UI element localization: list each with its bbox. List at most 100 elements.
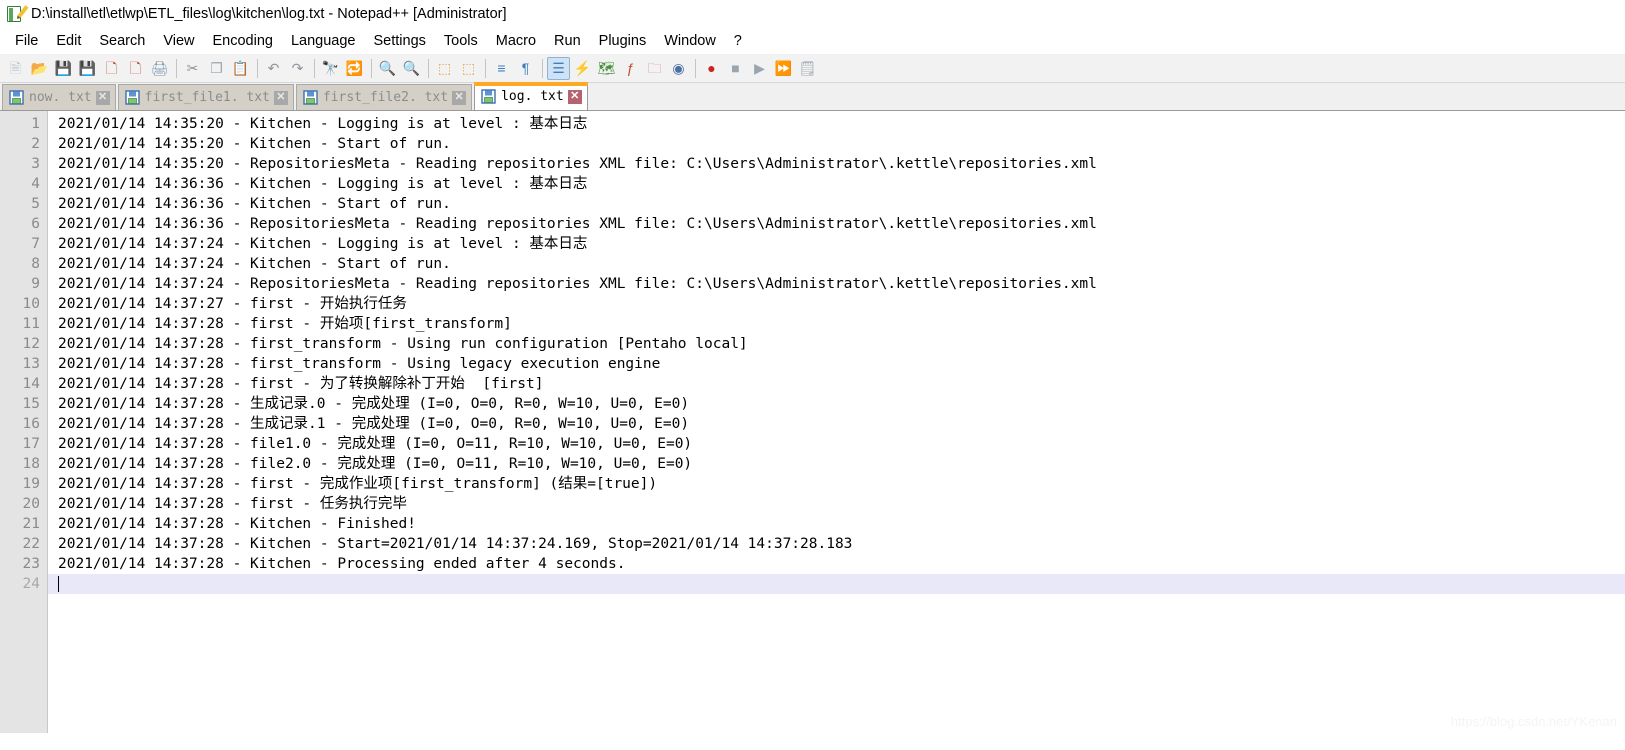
code-line[interactable]: 2021/01/14 14:37:28 - first_transform - … (48, 354, 1625, 374)
menu-item-view[interactable]: View (154, 31, 203, 51)
save-icon[interactable]: 💾 (52, 57, 75, 80)
sync-horizontal-scroll-icon[interactable]: ⬚ (457, 57, 480, 80)
monitoring-icon[interactable]: ◉ (667, 57, 690, 80)
menu-item-encoding[interactable]: Encoding (204, 31, 282, 51)
code-line[interactable]: 2021/01/14 14:37:27 - first - 开始执行任务 (48, 294, 1625, 314)
line-number: 2 (31, 136, 40, 152)
menu-item-[interactable]: ? (725, 31, 751, 51)
code-line[interactable]: 2021/01/14 14:36:36 - RepositoriesMeta -… (48, 214, 1625, 234)
code-line[interactable]: 2021/01/14 14:37:28 - first_transform - … (48, 334, 1625, 354)
toolbar-separator (428, 58, 429, 78)
line-number: 18 (22, 456, 40, 472)
tab-close-icon[interactable]: ✕ (452, 90, 467, 105)
close-file-icon-glyph: 🗋 (105, 60, 118, 76)
close-file-icon[interactable]: 🗋 (100, 57, 123, 80)
code-line[interactable]: 2021/01/14 14:37:28 - Kitchen - Finished… (48, 514, 1625, 534)
new-file-icon-glyph: 🗎 (9, 60, 22, 76)
indent-guideline-icon[interactable]: ☰ (547, 56, 570, 80)
function-list-icon[interactable]: ƒ (619, 57, 642, 80)
show-all-characters-icon[interactable]: ¶ (514, 57, 537, 80)
code-content[interactable]: 2021/01/14 14:35:20 - Kitchen - Logging … (48, 111, 1625, 733)
code-line[interactable]: 2021/01/14 14:37:28 - first - 任务执行完毕 (48, 494, 1625, 514)
window-title: D:\install\etl\etlwp\ETL_files\log\kitch… (31, 6, 507, 22)
tab-now-txt[interactable]: now. txt ✕ (2, 84, 116, 110)
code-line[interactable]: 2021/01/14 14:35:20 - Kitchen - Logging … (48, 114, 1625, 134)
notepad-plus-plus-icon (6, 5, 29, 23)
code-line[interactable]: 2021/01/14 14:37:28 - Kitchen - Start=20… (48, 534, 1625, 554)
close-all-files-icon[interactable]: 🗋 (124, 57, 147, 80)
menu-item-tools[interactable]: Tools (435, 31, 487, 51)
line-number: 16 (22, 416, 40, 432)
macro-run-multiple-icon[interactable]: ⏩ (772, 57, 795, 80)
print-icon[interactable]: 🖨 (148, 57, 171, 80)
code-line[interactable]: 2021/01/14 14:37:28 - Kitchen - Processi… (48, 554, 1625, 574)
editor-area[interactable]: 1 2 3 4 5 6 7 8 9 10 11 12 13 14 15 16 17 18 19 20 21 22 23 24 … (0, 111, 1625, 733)
tab-close-icon[interactable]: ✕ (273, 90, 288, 105)
code-line[interactable]: 2021/01/14 14:37:28 - file2.0 - 完成处理 (I=… (48, 454, 1625, 474)
document-map-icon[interactable]: 🗺 (595, 57, 618, 80)
tab-first-file2-txt[interactable]: first_file2. txt ✕ (295, 84, 473, 110)
menu-item-run[interactable]: Run (545, 31, 590, 51)
zoom-in-icon[interactable]: 🔍 (376, 57, 399, 80)
folder-as-workspace-icon[interactable]: 🗀 (643, 57, 666, 80)
menu-item-settings[interactable]: Settings (364, 31, 434, 51)
menu-item-search[interactable]: Search (90, 31, 154, 51)
line-number: 8 (31, 256, 40, 272)
macro-play-icon[interactable]: ▶ (748, 57, 771, 80)
open-file-icon[interactable]: 📂 (28, 57, 51, 80)
menu-item-language[interactable]: Language (282, 31, 365, 51)
code-line[interactable]: 2021/01/14 14:36:36 - Kitchen - Start of… (48, 194, 1625, 214)
macro-stop-icon[interactable]: ■ (724, 57, 747, 80)
tab-bar: now. txt ✕ first_file1. txt ✕ first_file2. t… (0, 82, 1625, 111)
indent-guideline-icon-glyph: ☰ (552, 60, 565, 76)
code-line[interactable]: 2021/01/14 14:37:28 - first - 完成作业项[firs… (48, 474, 1625, 494)
menu-item-plugins[interactable]: Plugins (590, 31, 656, 51)
user-defined-language-icon-glyph: ⚡ (573, 60, 592, 76)
new-file-icon[interactable]: 🗎 (4, 57, 27, 80)
menu-item-edit[interactable]: Edit (47, 31, 90, 51)
code-line[interactable]: 2021/01/14 14:37:24 - RepositoriesMeta -… (48, 274, 1625, 294)
save-all-icon[interactable]: 💾 (76, 57, 99, 80)
redo-icon[interactable]: ↷ (286, 57, 309, 80)
undo-icon[interactable]: ↶ (262, 57, 285, 80)
code-line-current[interactable] (48, 574, 1625, 594)
line-number: 1 (31, 116, 40, 132)
sync-vertical-scroll-icon[interactable]: ⬚ (433, 57, 456, 80)
tab-first-file1-txt[interactable]: first_file1. txt ✕ (117, 84, 294, 110)
code-line[interactable]: 2021/01/14 14:37:28 - file1.0 - 完成处理 (I=… (48, 434, 1625, 454)
code-line[interactable]: 2021/01/14 14:37:24 - Kitchen - Start of… (48, 254, 1625, 274)
code-line[interactable]: 2021/01/14 14:37:28 - first - 开始项[first_… (48, 314, 1625, 334)
code-line[interactable]: 2021/01/14 14:37:28 - 生成记录.0 - 完成处理 (I=0… (48, 394, 1625, 414)
tab-log-txt[interactable]: log. txt ✕ (474, 82, 588, 110)
code-line[interactable]: 2021/01/14 14:36:36 - Kitchen - Logging … (48, 174, 1625, 194)
replace-icon[interactable]: 🔁 (343, 57, 366, 80)
line-number: 6 (31, 216, 40, 232)
tab-label: now. txt (29, 90, 92, 105)
find-icon[interactable]: 🔭 (319, 57, 342, 80)
code-line[interactable]: 2021/01/14 14:37:28 - first - 为了转换解除补丁开始… (48, 374, 1625, 394)
title-bar: D:\install\etl\etlwp\ETL_files\log\kitch… (0, 0, 1625, 28)
cut-icon[interactable]: ✂ (181, 57, 204, 80)
user-defined-language-icon[interactable]: ⚡ (571, 57, 594, 80)
menu-item-file[interactable]: File (6, 31, 47, 51)
save-icon-glyph: 💾 (54, 60, 73, 76)
code-line[interactable]: 2021/01/14 14:37:28 - 生成记录.1 - 完成处理 (I=0… (48, 414, 1625, 434)
line-number: 15 (22, 396, 40, 412)
menu-item-macro[interactable]: Macro (487, 31, 545, 51)
code-line[interactable]: 2021/01/14 14:37:24 - Kitchen - Logging … (48, 234, 1625, 254)
document-map-icon-glyph: 🗺 (597, 60, 616, 76)
word-wrap-icon[interactable]: ≡ (490, 57, 513, 80)
sync-horizontal-scroll-icon-glyph: ⬚ (461, 60, 476, 76)
code-line[interactable]: 2021/01/14 14:35:20 - RepositoriesMeta -… (48, 154, 1625, 174)
tab-close-icon[interactable]: ✕ (95, 90, 110, 105)
copy-icon[interactable]: ❐ (205, 57, 228, 80)
save-macro-icon[interactable]: 🗒 (796, 57, 819, 80)
paste-icon[interactable]: 📋 (229, 57, 252, 80)
zoom-out-icon[interactable]: 🔍 (400, 57, 423, 80)
macro-play-icon-glyph: ▶ (754, 60, 765, 76)
menu-item-window[interactable]: Window (655, 31, 725, 51)
code-line[interactable]: 2021/01/14 14:35:20 - Kitchen - Start of… (48, 134, 1625, 154)
macro-record-icon[interactable]: ● (700, 57, 723, 80)
tab-close-icon[interactable]: ✕ (567, 89, 582, 104)
print-icon-glyph: 🖨 (150, 60, 169, 76)
